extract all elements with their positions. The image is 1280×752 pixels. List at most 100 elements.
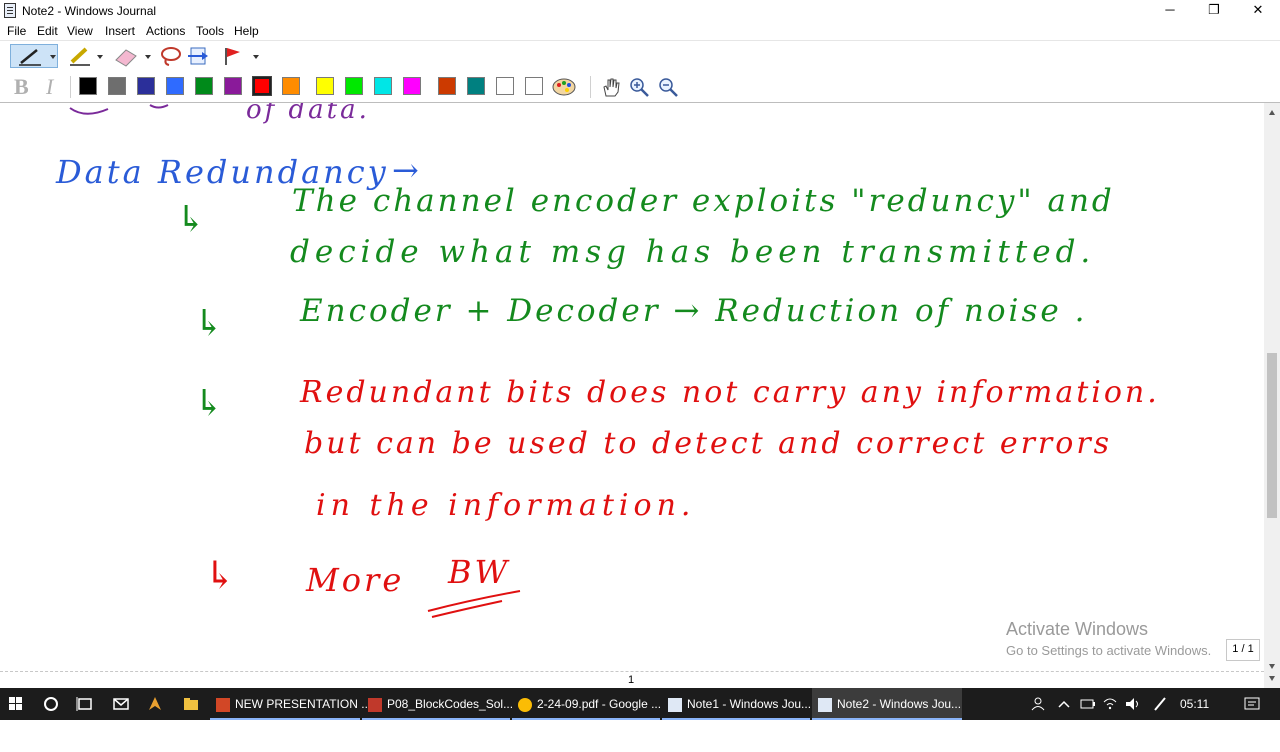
pen-settings-button[interactable] (551, 76, 579, 98)
chevron-up-icon[interactable] (1054, 688, 1074, 720)
menu-view[interactable]: View (67, 24, 93, 38)
note-canvas[interactable]: of data. Data Redundancy → ↳ The channel… (0, 103, 1264, 671)
menu-help[interactable]: Help (234, 24, 259, 38)
menu-edit[interactable]: Edit (37, 24, 58, 38)
flag-icon (225, 48, 259, 65)
pan-button[interactable] (600, 76, 622, 98)
color-swatch[interactable] (345, 77, 363, 95)
minimize-button[interactable]: ─ (1148, 0, 1192, 22)
toolbar-divider (590, 76, 591, 98)
bullet-arrow-icon: ↳ (194, 303, 228, 344)
pen-icon (19, 49, 56, 66)
taskbar-item-note1[interactable]: Note1 - Windows Jou... (662, 688, 812, 720)
pen-workspace-icon[interactable] (1150, 688, 1170, 720)
lasso-select-button[interactable] (158, 44, 184, 68)
taskbar-item-label: 2-24-09.pdf - Google ... (537, 697, 662, 711)
scroll-down-icon[interactable] (1269, 664, 1275, 669)
volume-icon[interactable] (1122, 688, 1142, 720)
start-button[interactable] (0, 688, 32, 720)
scrollbar-graphics (1267, 110, 1277, 681)
color-swatch[interactable] (496, 77, 514, 95)
color-swatch[interactable] (224, 77, 242, 95)
close-button[interactable]: ✕ (1236, 0, 1280, 22)
taskbar-item-chrome[interactable]: 2-24-09.pdf - Google ... (512, 688, 662, 720)
insert-space-button[interactable] (186, 44, 212, 68)
pen-toolbar (0, 40, 1280, 73)
eraser-tool-button[interactable] (112, 44, 156, 68)
color-swatch[interactable] (467, 77, 485, 95)
maximize-button[interactable]: ❐ (1192, 0, 1236, 22)
color-swatch[interactable] (252, 76, 272, 96)
powerpoint-icon (216, 697, 230, 712)
menu-file[interactable]: File (7, 24, 26, 38)
task-view-icon (76, 697, 92, 711)
wifi-icon[interactable] (1100, 688, 1120, 720)
windows-logo-icon (9, 697, 22, 710)
pen-tool-button[interactable] (10, 44, 58, 68)
insert-space-icon (188, 47, 208, 65)
color-swatch[interactable] (166, 77, 184, 95)
menu-insert[interactable]: Insert (105, 24, 135, 38)
file-explorer-button[interactable] (176, 688, 206, 720)
italic-button[interactable]: I (46, 74, 53, 100)
journal-icon (668, 697, 682, 712)
purple-ink-stroke (69, 107, 109, 115)
notifications-icon[interactable] (1240, 688, 1264, 720)
color-swatch[interactable] (374, 77, 392, 95)
color-swatch[interactable] (438, 77, 456, 95)
page-footer: 1 (0, 671, 1264, 688)
taskbar-item-label: P08_BlockCodes_Sol... (387, 697, 514, 711)
color-swatch[interactable] (79, 77, 97, 95)
highlighter-tool-button[interactable] (64, 44, 108, 68)
people-icon[interactable] (1028, 688, 1048, 720)
bullet-arrow-icon: ↳ (204, 553, 239, 597)
search-button[interactable] (36, 688, 66, 720)
color-swatch[interactable] (195, 77, 213, 95)
bandwidth-text: BW (448, 553, 511, 591)
page-down-icon[interactable] (1269, 676, 1275, 681)
pdf-icon (368, 697, 382, 712)
taskbar-item-label: NEW PRESENTATION ... (235, 697, 372, 711)
scrollbar-thumb[interactable] (1267, 353, 1277, 518)
menu-actions[interactable]: Actions (146, 24, 185, 38)
folder-icon (184, 698, 198, 710)
color-swatch[interactable] (137, 77, 155, 95)
color-swatch[interactable] (108, 77, 126, 95)
zoom-out-icon (659, 78, 678, 97)
note-line: Redundant bits does not carry any inform… (300, 375, 1160, 410)
note-line: decide what msg has been transmitted. (290, 234, 1096, 270)
chrome-icon (518, 697, 532, 712)
vertical-scrollbar[interactable] (1264, 103, 1280, 688)
taskbar-item-label: Note1 - Windows Jou... (687, 697, 812, 711)
color-swatch[interactable] (403, 77, 421, 95)
zoom-out-button[interactable] (657, 76, 679, 98)
bold-button[interactable]: B (14, 74, 29, 100)
scroll-up-icon[interactable] (1269, 110, 1275, 115)
note-line: The channel encoder exploits "reduncy" a… (292, 183, 1115, 219)
note-line: Encoder + Decoder → Reduction of noise . (300, 293, 1088, 329)
page-number: 1 (628, 674, 635, 686)
color-swatch[interactable] (525, 77, 543, 95)
color-swatch[interactable] (282, 77, 300, 95)
zoom-in-button[interactable] (628, 76, 650, 98)
taskbar-clock[interactable]: 05:11 PM (1180, 688, 1230, 743)
taskbar-item-pdf[interactable]: P08_BlockCodes_Sol... (362, 688, 514, 720)
color-swatch[interactable] (316, 77, 334, 95)
battery-icon[interactable] (1078, 688, 1098, 720)
note-line: in the information. (316, 488, 696, 523)
app-taskbar-button[interactable] (140, 688, 170, 720)
title-bar: Note2 - Windows Journal ─ ❐ ✕ (0, 0, 1280, 22)
underline-stroke (431, 600, 503, 618)
mail-taskbar-button[interactable] (106, 688, 136, 720)
mail-icon (113, 698, 129, 710)
task-view-button[interactable] (70, 688, 100, 720)
note-line: but can be used to detect and correct er… (304, 426, 1113, 461)
highlighter-icon (70, 47, 103, 66)
taskbar-item-powerpoint[interactable]: NEW PRESENTATION ... (210, 688, 371, 720)
taskbar-item-label: Note2 - Windows Jou... (837, 697, 962, 711)
taskbar-item-note2[interactable]: Note2 - Windows Jou... (812, 688, 962, 720)
menu-tools[interactable]: Tools (196, 24, 224, 38)
journal-icon (818, 697, 832, 712)
flag-button[interactable] (220, 44, 264, 68)
lasso-icon (161, 47, 181, 66)
